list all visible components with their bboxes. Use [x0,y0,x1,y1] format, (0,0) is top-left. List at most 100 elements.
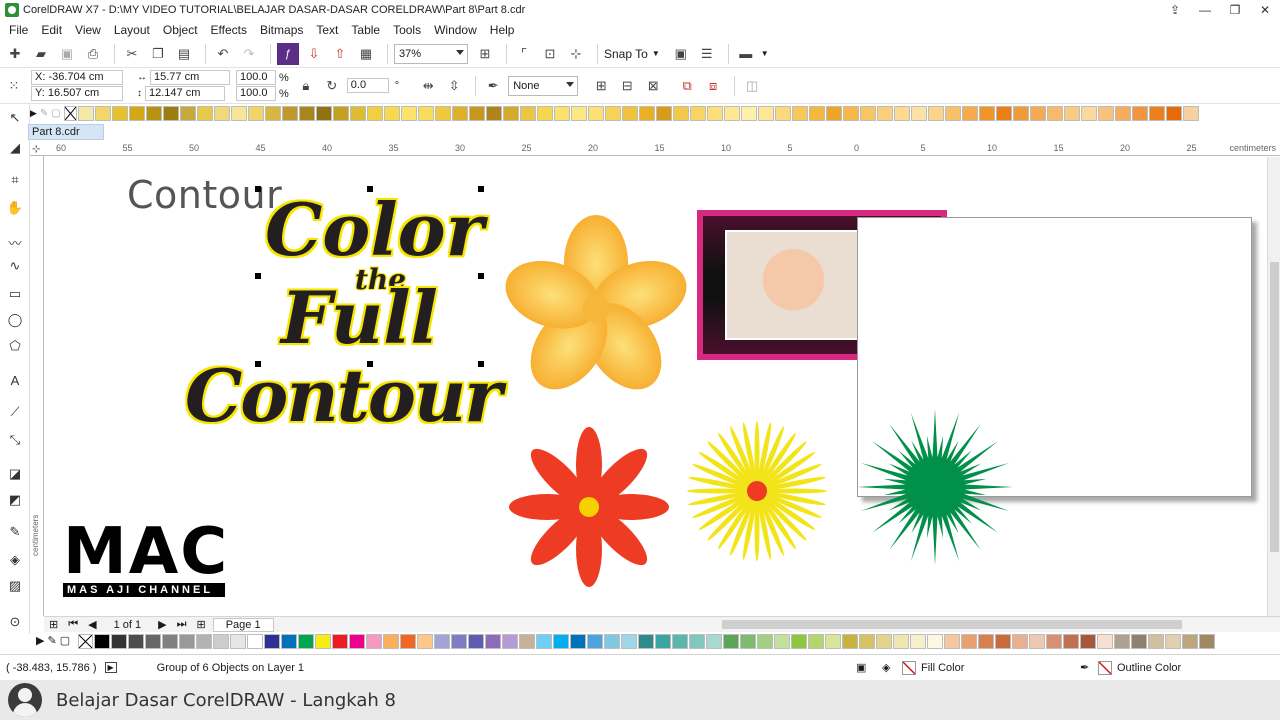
color-swatch[interactable] [214,106,230,121]
chevron-down-icon[interactable]: ▼ [761,49,769,58]
pick-tool-icon[interactable]: ↖ [5,108,25,128]
mirror-horizontal-icon[interactable]: ⇹ [417,75,439,97]
color-swatch[interactable] [1046,634,1062,649]
menu-object[interactable]: Object [158,23,203,37]
toolbox-options-icon[interactable]: ⊙ [5,612,25,632]
application-launcher-icon[interactable]: ☰ [696,43,718,65]
selection-handle[interactable] [255,186,261,192]
save-icon[interactable]: ▣ [56,43,78,65]
color-swatch[interactable] [231,106,247,121]
drop-shadow-icon[interactable]: ◪ [5,464,25,484]
color-swatch[interactable] [468,634,484,649]
selection-handle[interactable] [255,361,261,367]
color-swatch[interactable] [979,106,995,121]
color-swatch[interactable] [1029,634,1045,649]
color-swatch[interactable] [265,106,281,121]
menu-tools[interactable]: Tools [388,23,426,37]
scale-y-field[interactable]: 100.0 [236,86,276,101]
color-swatch[interactable] [418,106,434,121]
color-swatch[interactable] [332,634,348,649]
color-swatch[interactable] [1081,106,1097,121]
color-swatch[interactable] [367,106,383,121]
color-swatch[interactable] [825,634,841,649]
redo-icon[interactable]: ↷ [238,43,260,65]
no-color-swatch[interactable] [64,106,77,121]
no-color-swatch[interactable] [78,634,93,649]
color-swatch[interactable] [1115,106,1131,121]
color-swatch[interactable] [877,106,893,121]
outline-width-combo[interactable]: None [508,75,579,96]
color-swatch[interactable] [1012,634,1028,649]
combine-icon[interactable]: ⧉ [676,75,698,97]
pan-tool-icon[interactable]: ✋ [5,198,25,218]
color-swatch[interactable] [180,106,196,121]
selection-handle[interactable] [478,361,484,367]
color-swatch[interactable] [893,634,909,649]
align-distribute-icon[interactable]: ◫ [741,75,763,97]
show-guidelines-icon[interactable]: ⊹ [565,43,587,65]
connector-tool-icon[interactable]: ⤡ [5,430,25,450]
color-swatch[interactable] [1182,634,1198,649]
cut-icon[interactable]: ✂ [121,43,143,65]
selection-handle[interactable] [478,186,484,192]
color-swatch[interactable] [775,106,791,121]
ellipse-tool-icon[interactable]: ◯ [5,310,25,330]
menu-edit[interactable]: Edit [36,23,67,37]
color-swatch[interactable] [145,634,161,649]
color-swatch[interactable] [927,634,943,649]
color-swatch[interactable] [1097,634,1113,649]
shape-tool-icon[interactable]: ◢ [5,138,25,158]
color-swatch[interactable] [298,634,314,649]
color-swatch[interactable] [1080,634,1096,649]
color-swatch[interactable] [230,634,246,649]
color-swatch[interactable] [571,106,587,121]
color-swatch[interactable] [1098,106,1114,121]
ungroup-all-icon[interactable]: ⊠ [642,75,664,97]
color-swatch[interactable] [843,106,859,121]
page-tab[interactable]: Page 1 [212,617,274,632]
menu-view[interactable]: View [70,23,106,37]
color-swatch[interactable] [502,634,518,649]
color-swatch[interactable] [128,634,144,649]
paste-icon[interactable]: ▤ [173,43,195,65]
rectangle-tool-icon[interactable]: ▭ [5,284,25,304]
color-swatch[interactable] [1149,106,1165,121]
mirror-vertical-icon[interactable]: ⇳ [443,75,465,97]
color-swatch[interactable] [451,634,467,649]
color-swatch[interactable] [129,106,145,121]
color-swatch[interactable] [621,634,637,649]
color-swatch[interactable] [452,106,468,121]
x-position-field[interactable]: X: -36.704 cm [31,70,123,85]
freehand-tool-icon[interactable]: 〰 [5,232,25,252]
color-swatch[interactable] [417,634,433,649]
color-swatch[interactable] [519,634,535,649]
crop-tool-icon[interactable]: ⌗ [5,170,25,190]
color-swatch[interactable] [792,106,808,121]
help-pin-icon[interactable]: ⇪ [1160,0,1190,20]
color-swatch[interactable] [485,634,501,649]
open-folder-icon[interactable]: ▰ [30,43,52,65]
undo-icon[interactable]: ↶ [212,43,234,65]
color-swatch[interactable] [1166,106,1182,121]
import-icon[interactable]: ⇩ [303,43,325,65]
color-swatch[interactable] [723,634,739,649]
width-field[interactable]: 15.77 cm [150,70,230,85]
color-swatch[interactable] [758,106,774,121]
color-swatch[interactable] [179,634,195,649]
color-swatch[interactable] [163,106,179,121]
add-page-icon[interactable]: ⊞ [192,618,211,631]
menu-window[interactable]: Window [429,23,482,37]
color-swatch[interactable] [1148,634,1164,649]
object-origin-icon[interactable]: ⁙ [3,75,25,97]
color-swatch[interactable] [111,634,127,649]
color-swatch[interactable] [1199,634,1215,649]
selection-handle[interactable] [367,361,373,367]
options-icon[interactable]: ▣ [670,43,692,65]
color-swatch[interactable] [1131,634,1147,649]
group-icon[interactable]: ⊞ [590,75,612,97]
color-swatch[interactable] [690,106,706,121]
contour-text-group[interactable]: Color the Full Contour [185,187,502,439]
color-swatch[interactable] [1047,106,1063,121]
color-swatch[interactable] [299,106,315,121]
menu-file[interactable]: File [4,23,33,37]
